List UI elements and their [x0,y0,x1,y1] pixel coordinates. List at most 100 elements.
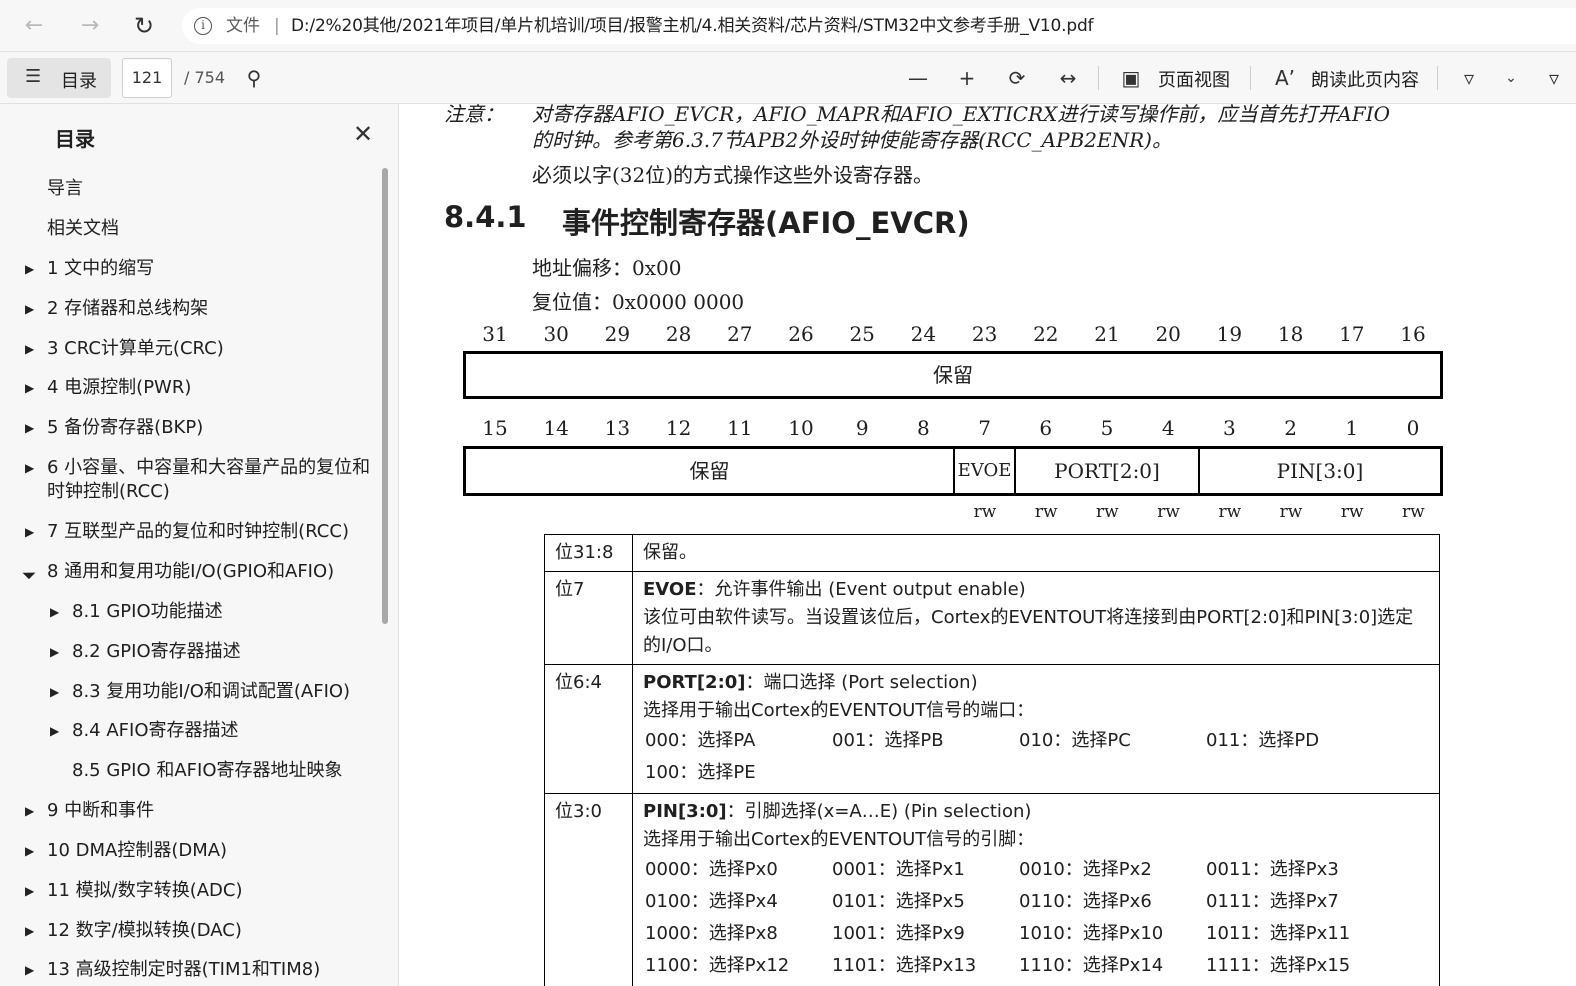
bit-number: 25 [849,322,875,346]
note-label: 注意： [444,104,504,126]
page-total: / 754 [184,68,226,87]
toc-item-7[interactable]: ▶ 7 互联型产品的复位和时钟控制(RCC) [25,520,349,544]
search-icon[interactable]: ⚲ [240,64,268,92]
toc-item-8-1[interactable]: ▶ 8.1 GPIO功能描述 [50,600,223,624]
chevron-right-icon[interactable]: ▶ [25,297,34,321]
reload-icon[interactable]: ↻ [128,10,160,42]
toc-item-5[interactable]: ▶ 5 备份寄存器(BKP) [25,416,203,440]
bit-number: 9 [855,416,869,440]
option-item: 000：选择PA [645,730,756,751]
chevron-right-icon[interactable]: ▶ [50,719,59,743]
toc-toggle-label: 目录 [61,71,97,92]
forward-arrow-icon[interactable]: → [74,10,106,42]
toc-item-8-3[interactable]: ▶ 8.3 复用功能I/O和调试配置(AFIO) [50,680,350,704]
toc-item-label: 7 互联型产品的复位和时钟控制(RCC) [47,521,349,542]
field-title: ：允许事件输出 (Event output enable) [696,579,1026,600]
read-aloud-button[interactable]: 朗读此页内容 [1311,66,1419,92]
toc-item-label: 3 CRC计算单元(CRC) [47,338,224,359]
bit-description: 保留。 [632,534,1440,572]
port-field: PORT[2:0] [1016,449,1200,493]
toc-item-12[interactable]: ▶ 12 数字/模拟转换(DAC) [25,919,242,943]
info-icon[interactable]: i [194,17,212,35]
toc-item-label: 8.1 GPIO功能描述 [72,601,223,622]
toc-item-label: 相关文档 [47,218,119,239]
bit-number: 4 [1161,416,1175,440]
chevron-right-icon[interactable]: ▶ [25,376,34,400]
chevron-right-icon[interactable]: ▶ [25,456,34,480]
toc-item-3[interactable]: ▶ 3 CRC计算单元(CRC) [25,337,224,361]
toc-item-4[interactable]: ▶ 4 电源控制(PWR) [25,376,191,400]
toc-item-label: 8.4 AFIO寄存器描述 [72,720,239,741]
chevron-right-icon[interactable]: ▶ [25,958,34,982]
chevron-right-icon[interactable]: ▶ [25,337,34,361]
bit-number: 31 [482,322,508,346]
toc-item-8-5[interactable]: 8.5 GPIO 和AFIO寄存器地址映象 [72,759,343,783]
toolbar-divider [1098,66,1099,90]
bit-number: 26 [788,322,814,346]
chevron-right-icon[interactable]: ▶ [50,640,59,664]
toc-item-intro[interactable]: 导言 [47,177,83,201]
bit-number: 23 [971,322,998,346]
chevron-right-icon[interactable]: ▶ [25,919,34,943]
chevron-right-icon[interactable]: ▶ [25,416,34,440]
option-item: 1010：选择Px10 [1019,923,1164,944]
back-arrow-icon[interactable]: ← [18,10,50,42]
zoom-in-icon[interactable]: + [953,64,981,92]
toc-item-13[interactable]: ▶ 13 高级控制定时器(TIM1和TIM8) [25,958,320,982]
toc-item-10[interactable]: ▶ 10 DMA控制器(DMA) [25,839,227,863]
address-bar[interactable]: i 文件 | D:/2%20其他/2021年项目/单片机培训/项目/报警主机/4… [182,8,1576,44]
toc-item-8-4[interactable]: ▶ 8.4 AFIO寄存器描述 [50,719,239,743]
access-type: rw [1340,502,1364,522]
chevron-right-icon[interactable]: ▶ [25,879,34,903]
toc-item-1[interactable]: ▶ 1 文中的缩写 [25,257,155,281]
toc-item-related-docs[interactable]: 相关文档 [47,217,119,241]
page-view-button[interactable]: 页面视图 [1158,66,1230,92]
page-view-icon[interactable]: ▣ [1117,64,1145,92]
rotate-icon[interactable]: ⟳ [1003,64,1031,92]
sidebar-scrollbar[interactable] [382,168,388,624]
bit-number: 1 [1345,416,1359,440]
bit-number: 6 [1039,416,1053,440]
option-item: 0001：选择Px1 [832,859,965,880]
port-options: 000：选择PA 001：选择PB 010：选择PC 011：选择PD 100：选择PE [645,725,1429,789]
chevron-right-icon[interactable]: ▶ [25,520,34,544]
toc-item-2[interactable]: ▶ 2 存储器和总线构架 [25,297,208,321]
highlight-icon[interactable]: ▿ [1540,64,1568,92]
page-number-input[interactable]: 121 [122,58,172,98]
chevron-right-icon[interactable]: ▶ [50,600,59,624]
chevron-down-icon[interactable]: ◢ [18,560,42,584]
reserved-field: 保留 [466,449,955,493]
field-name: PIN[3:0] [643,801,727,822]
toc-item-label: 时钟控制(RCC) [47,481,170,502]
chevron-down-icon[interactable]: ⌄ [1497,64,1525,92]
toc-item-11[interactable]: ▶ 11 模拟/数字转换(ADC) [25,879,242,903]
option-item: 0110：选择Px6 [1019,891,1152,912]
toc-item-9[interactable]: ▶ 9 中断和事件 [25,799,154,823]
option-item: 1001：选择Px9 [832,923,965,944]
fit-width-icon[interactable]: ↔ [1054,64,1082,92]
toolbar-divider [1250,66,1251,90]
chevron-right-icon[interactable]: ▶ [25,799,34,823]
bit-number: 24 [910,322,937,346]
section-title: 事件控制寄存器(AFIO_EVCR) [562,206,970,240]
zoom-out-icon[interactable]: — [904,64,932,92]
toc-item-label: 8.2 GPIO寄存器描述 [72,641,241,662]
sidebar-title: 目录 [55,127,95,151]
toc-item-label: 1 文中的缩写 [47,258,155,279]
toc-item-8-2[interactable]: ▶ 8.2 GPIO寄存器描述 [50,640,241,664]
toc-toggle-button[interactable]: ☰ 目录 [7,58,111,98]
draw-icon[interactable]: ▿ [1455,64,1483,92]
toc-item-6[interactable]: ▶ 6 小容量、中容量和大容量产品的复位和 时钟控制(RCC) [25,456,370,504]
bit-description: PIN[3:0]：引脚选择(x=A…E) (Pin selection) 选择用… [632,793,1440,986]
file-label: 文件 [226,16,260,36]
field-desc: 选择用于输出Cortex的EVENTOUT信号的引脚： [643,829,1035,850]
close-icon[interactable]: ✕ [353,122,373,146]
chevron-right-icon[interactable]: ▶ [25,257,34,281]
toc-item-8[interactable]: ◢ 8 通用和复用功能I/O(GPIO和AFIO) [21,560,334,584]
chevron-right-icon[interactable]: ▶ [25,839,34,863]
chevron-right-icon[interactable]: ▶ [50,680,59,704]
url-text[interactable]: D:/2%20其他/2021年项目/单片机培训/项目/报警主机/4.相关资料/芯… [291,8,1094,44]
read-aloud-icon[interactable]: A’ [1271,64,1299,92]
bit-number: 13 [604,416,631,440]
option-item: 001：选择PB [832,730,944,751]
